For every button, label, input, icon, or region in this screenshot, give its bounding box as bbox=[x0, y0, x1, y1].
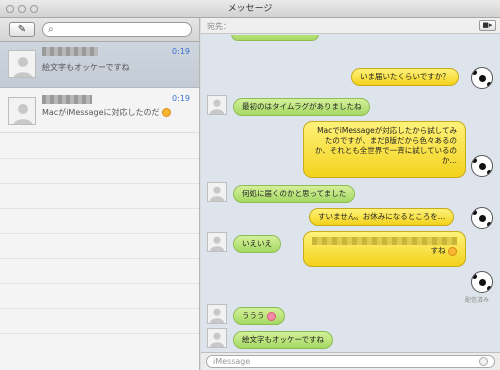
person-icon bbox=[208, 96, 226, 114]
to-label: 宛先： bbox=[207, 22, 231, 31]
avatar bbox=[207, 328, 227, 348]
conversation-item-2[interactable]: 0:19 MacがiMessageに対応したのだ bbox=[0, 89, 199, 133]
divider bbox=[0, 158, 199, 159]
message-bubble-in: 最初のはタイムラグがありましたね bbox=[233, 98, 371, 116]
window-title: メッセージ bbox=[227, 4, 273, 14]
divider bbox=[0, 208, 199, 209]
message-bubble-in: 何処に届くのかと思ってました bbox=[233, 185, 356, 203]
message-bubble-in: ううう bbox=[233, 307, 285, 325]
divider bbox=[0, 183, 199, 184]
sidebar-toolbar: ✎ ⌕ bbox=[0, 18, 199, 42]
person-icon bbox=[208, 233, 226, 251]
conversation-preview: 絵文字もオッケーですね bbox=[42, 63, 130, 72]
conversation-item-1[interactable]: 0:19 絵文字もオッケーですね bbox=[0, 42, 199, 88]
search-input[interactable] bbox=[59, 24, 187, 35]
avatar bbox=[207, 182, 227, 202]
message-list: いま届いたくらいですか？ 最初のはタイムラグがありましたね MacでiMessa… bbox=[201, 35, 500, 352]
search-box[interactable]: ⌕ bbox=[42, 22, 192, 37]
message-bubble-partial bbox=[231, 35, 319, 41]
video-camera-icon: ■▸ bbox=[482, 21, 493, 29]
zoom-window-button[interactable] bbox=[30, 5, 38, 13]
conversation-time: 0:19 bbox=[172, 94, 190, 103]
divider bbox=[0, 283, 199, 284]
title-bar: メッセージ bbox=[0, 0, 500, 18]
avatar bbox=[8, 97, 36, 125]
divider bbox=[0, 333, 199, 334]
contact-name-redacted bbox=[42, 47, 98, 56]
message-text: すね bbox=[430, 246, 446, 255]
conversation-preview: MacがiMessageに対応したのだ bbox=[42, 107, 172, 118]
chat-header: 宛先： ■▸ bbox=[201, 18, 500, 34]
person-icon bbox=[208, 305, 226, 323]
soccer-ball-avatar bbox=[471, 271, 493, 293]
person-icon bbox=[208, 329, 226, 347]
soccer-ball-avatar bbox=[471, 155, 493, 177]
message-text: ううう bbox=[242, 311, 265, 320]
message-bubble-out: いま届いたくらいですか？ bbox=[351, 68, 459, 86]
smile-emoji-icon bbox=[448, 246, 457, 256]
close-window-button[interactable] bbox=[6, 5, 14, 13]
message-bubble-in: いえいえ bbox=[233, 235, 281, 253]
message-bubble-out: すね bbox=[303, 231, 466, 267]
conversation-sidebar: ✎ ⌕ 0:19 絵文字もオッケーですね 0:19 MacがiMessageに対… bbox=[0, 18, 200, 370]
search-icon: ⌕ bbox=[48, 24, 54, 35]
compose-icon: ✎ bbox=[17, 24, 27, 35]
person-icon bbox=[208, 183, 226, 201]
message-bubble-out: すいません。お休みになるところを… bbox=[309, 208, 455, 226]
soccer-ball-avatar bbox=[471, 207, 493, 229]
person-icon bbox=[9, 98, 35, 124]
avatar bbox=[207, 304, 227, 324]
avatar bbox=[207, 95, 227, 115]
avatar bbox=[207, 232, 227, 252]
conversation-time: 0:19 bbox=[172, 47, 190, 56]
redacted-text bbox=[312, 237, 457, 245]
divider bbox=[0, 233, 199, 234]
conversation-preview-text: MacがiMessageに対応したのだ bbox=[42, 108, 160, 117]
message-bubble-out: MacでiMessageが対応したから試してみたのですが、まだβ版だから色々ある… bbox=[303, 121, 466, 178]
emoji-icon bbox=[266, 311, 276, 321]
composer-bar: iMessage bbox=[201, 352, 500, 370]
chat-pane: 宛先： ■▸ いま届いたくらいですか？ 最初のはタイムラグがありましたね Mac… bbox=[201, 18, 500, 370]
smile-emoji-icon bbox=[162, 108, 172, 117]
compose-button[interactable]: ✎ bbox=[9, 22, 35, 37]
emoji-picker-icon[interactable] bbox=[479, 357, 488, 366]
minimize-window-button[interactable] bbox=[18, 5, 26, 13]
messages-window: メッセージ ✎ ⌕ 0:19 絵文字もオッケーですね 0:19 MacがiMes… bbox=[0, 0, 500, 370]
contact-name-redacted bbox=[42, 95, 92, 104]
message-input-placeholder: iMessage bbox=[213, 357, 251, 366]
message-input[interactable]: iMessage bbox=[206, 355, 495, 368]
divider bbox=[0, 258, 199, 259]
person-icon bbox=[9, 51, 35, 77]
video-call-button[interactable]: ■▸ bbox=[479, 20, 496, 31]
soccer-ball-avatar bbox=[471, 67, 493, 89]
avatar bbox=[8, 50, 36, 78]
message-bubble-in: 絵文字もオッケーですね bbox=[233, 331, 334, 349]
delivered-status: 配信済み bbox=[465, 297, 490, 304]
divider bbox=[0, 308, 199, 309]
